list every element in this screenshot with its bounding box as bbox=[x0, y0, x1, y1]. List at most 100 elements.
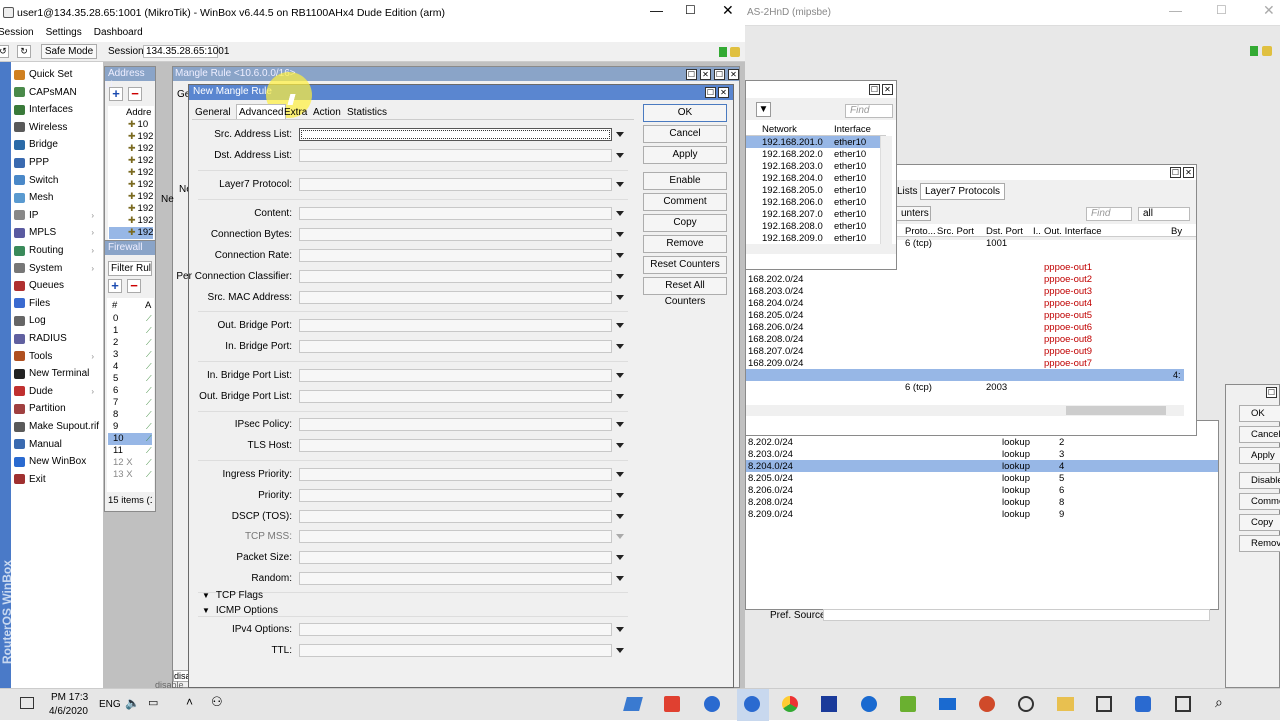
menu-dashboard[interactable]: Dashboard bbox=[94, 27, 143, 42]
tab-extra[interactable]: Extra bbox=[284, 107, 307, 118]
nat-row-network[interactable]: 168.202.0/24 bbox=[748, 274, 803, 285]
rule-table[interactable]: 6 bbox=[1059, 485, 1064, 496]
restore-icon[interactable]: ☐ bbox=[686, 69, 697, 80]
rule-network[interactable]: 8.204.0/24 bbox=[748, 461, 793, 472]
nat-row-network[interactable]: 168.205.0/24 bbox=[748, 310, 803, 321]
rule-network[interactable]: 8.206.0/24 bbox=[748, 485, 793, 496]
close-icon[interactable]: ✕ bbox=[882, 84, 893, 95]
reset-counters-button[interactable]: unters bbox=[896, 206, 931, 221]
field-input[interactable] bbox=[299, 644, 612, 657]
sidebar-item[interactable]: Queues bbox=[14, 277, 100, 294]
sidebar-item[interactable]: RADIUS bbox=[14, 330, 100, 347]
dropdown-arrow-icon[interactable] bbox=[616, 274, 624, 279]
menu-session[interactable]: Session bbox=[0, 27, 34, 42]
powerpoint-icon[interactable] bbox=[979, 696, 995, 712]
app-icon[interactable] bbox=[1175, 696, 1191, 712]
nat-row-network[interactable]: 168.208.0/24 bbox=[748, 334, 803, 345]
list-item[interactable]: ✚ 192 bbox=[128, 143, 153, 154]
ok-button[interactable]: OK bbox=[643, 104, 727, 122]
nat-row-interface[interactable]: pppoe-out1 bbox=[1044, 262, 1092, 273]
route-interface[interactable]: ether10 bbox=[834, 197, 866, 208]
route-network[interactable]: 192.168.203.0 bbox=[762, 161, 823, 172]
menu-settings[interactable]: Settings bbox=[46, 27, 82, 42]
nat-row-selected[interactable] bbox=[746, 369, 1184, 381]
nat-row-interface[interactable]: pppoe-out5 bbox=[1044, 310, 1092, 321]
dropdown-arrow-icon[interactable] bbox=[616, 253, 624, 258]
people-icon[interactable]: ⚇ bbox=[211, 694, 223, 710]
find-input[interactable]: Find bbox=[1086, 207, 1132, 221]
list-item[interactable]: ✚ 10 bbox=[128, 119, 148, 130]
restore-icon[interactable]: ☐ bbox=[705, 87, 716, 98]
sidebar-item[interactable]: Bridge bbox=[14, 136, 100, 153]
tab-filter-rules[interactable]: Filter Rules bbox=[108, 261, 152, 276]
dropdown-arrow-icon[interactable] bbox=[616, 295, 624, 300]
winbox-icon[interactable] bbox=[744, 696, 760, 712]
sidebar-item[interactable]: Tools › bbox=[14, 348, 100, 365]
table-row[interactable]: 7 bbox=[113, 397, 118, 408]
sidebar-item[interactable]: Interfaces bbox=[14, 101, 100, 118]
field-input[interactable] bbox=[299, 128, 612, 141]
dropdown-arrow-icon[interactable] bbox=[616, 534, 624, 539]
add-icon[interactable]: + bbox=[108, 279, 122, 293]
rule-action[interactable]: lookup bbox=[1002, 461, 1030, 472]
tab-advanced[interactable]: Advanced bbox=[236, 104, 287, 120]
taskbar-lang[interactable]: ENG bbox=[99, 699, 121, 710]
reset-all-counters-button[interactable]: Reset All Counters bbox=[643, 277, 727, 307]
nat-row-interface[interactable]: pppoe-out2 bbox=[1044, 274, 1092, 285]
dropdown-arrow-icon[interactable] bbox=[616, 323, 624, 328]
dropdown-arrow-icon[interactable] bbox=[616, 648, 624, 653]
minimize-icon[interactable]: — bbox=[650, 3, 663, 18]
sidebar-item[interactable]: Mesh bbox=[14, 189, 100, 206]
rule-network[interactable]: 8.205.0/24 bbox=[748, 473, 793, 484]
filter-icon[interactable]: ▼ bbox=[756, 102, 771, 117]
tab-layer7-protocols[interactable]: Layer7 Protocols bbox=[920, 183, 1006, 200]
ok-button[interactable]: OK bbox=[1239, 405, 1280, 422]
field-input[interactable] bbox=[299, 510, 612, 523]
nat-row-interface[interactable]: pppoe-out6 bbox=[1044, 322, 1092, 333]
close-icon[interactable]: ✕ bbox=[1183, 167, 1194, 178]
table-row[interactable]: 12 X bbox=[113, 457, 133, 468]
folder-icon[interactable] bbox=[1057, 697, 1074, 711]
sidebar-item[interactable]: Manual bbox=[14, 436, 100, 453]
field-input[interactable] bbox=[299, 572, 612, 585]
cancel-button[interactable]: Cancel bbox=[1239, 426, 1280, 443]
sidebar-item[interactable]: IP › bbox=[14, 207, 100, 224]
rule-table[interactable]: 2 bbox=[1059, 437, 1064, 448]
route-interface[interactable]: ether10 bbox=[834, 173, 866, 184]
list-item[interactable]: ✚ 192 bbox=[128, 191, 153, 202]
close-icon[interactable]: ✕ bbox=[1263, 2, 1275, 19]
route-interface[interactable]: ether10 bbox=[834, 233, 866, 244]
tcp-flags-section[interactable]: ▼ TCP Flags bbox=[202, 590, 263, 601]
field-input[interactable] bbox=[299, 207, 612, 220]
rule-action[interactable]: lookup bbox=[1002, 449, 1030, 460]
table-row[interactable]: 8 bbox=[113, 409, 118, 420]
nat-header-cell[interactable]: Src. Port bbox=[937, 226, 974, 237]
dropdown-arrow-icon[interactable] bbox=[616, 182, 624, 187]
apply-button[interactable]: Apply bbox=[643, 146, 727, 164]
route-network[interactable]: 192.168.201.0 bbox=[762, 137, 823, 148]
close-icon[interactable]: ☐ bbox=[1266, 387, 1277, 398]
rule-action[interactable]: lookup bbox=[1002, 485, 1030, 496]
list-item[interactable]: ✚ 192 bbox=[128, 215, 153, 226]
nat-scroll-thumb[interactable] bbox=[1066, 406, 1166, 415]
route-network[interactable]: 192.168.204.0 bbox=[762, 173, 823, 184]
close-icon[interactable]: ✕ bbox=[728, 69, 739, 80]
commen-button[interactable]: Commen bbox=[1239, 493, 1280, 510]
table-row[interactable]: 6 bbox=[113, 385, 118, 396]
app-icon[interactable] bbox=[664, 696, 680, 712]
route-network[interactable]: 192.168.202.0 bbox=[762, 149, 823, 160]
sidebar-item[interactable]: New WinBox bbox=[14, 453, 100, 470]
dropdown-arrow-icon[interactable] bbox=[616, 232, 624, 237]
field-input[interactable] bbox=[299, 340, 612, 353]
dropdown-arrow-icon[interactable] bbox=[616, 514, 624, 519]
sidebar-item[interactable]: Dude › bbox=[14, 383, 100, 400]
dropdown-arrow-icon[interactable] bbox=[616, 555, 624, 560]
list-item[interactable]: ✚ 192 bbox=[128, 131, 153, 142]
nat-header-cell[interactable]: Out. Interface bbox=[1044, 226, 1102, 237]
volume-icon[interactable]: 🔈 bbox=[125, 696, 140, 710]
app-icon[interactable] bbox=[623, 697, 643, 711]
sidebar-item[interactable]: Wireless bbox=[14, 119, 100, 136]
dropdown-arrow-icon[interactable] bbox=[616, 472, 624, 477]
store-icon[interactable] bbox=[1096, 696, 1112, 712]
table-row[interactable]: 3 bbox=[113, 349, 118, 360]
